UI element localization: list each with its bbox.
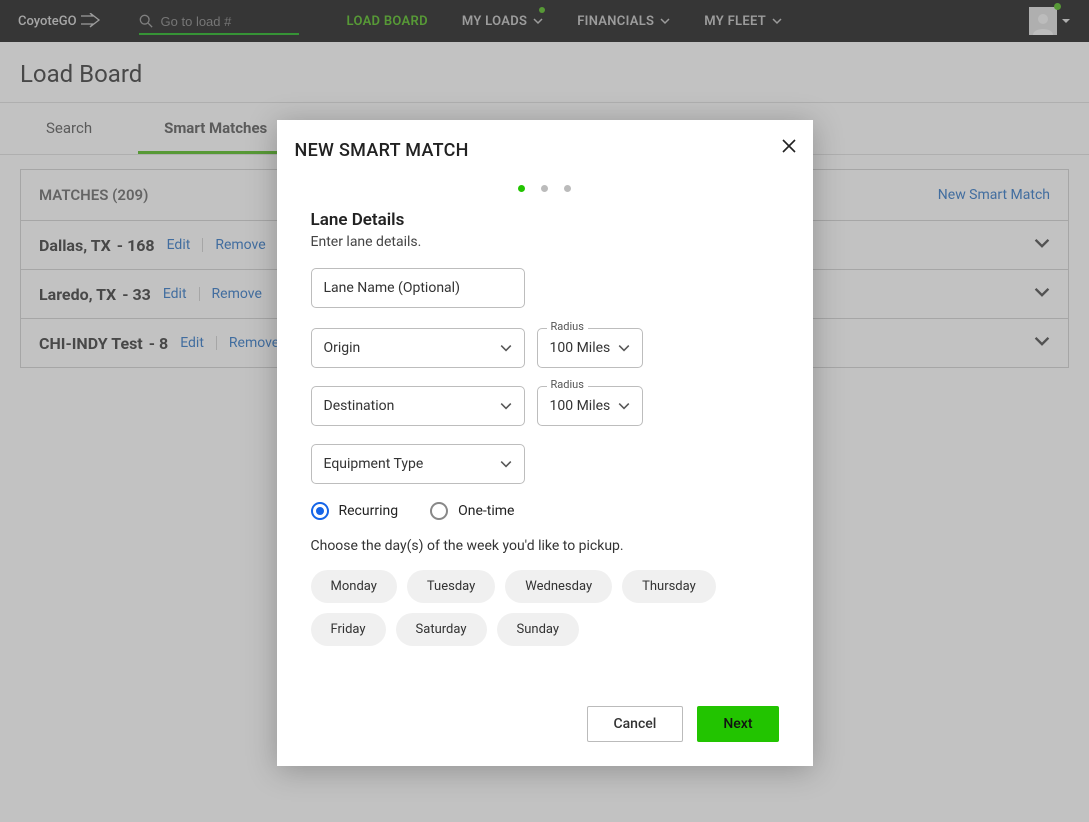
day-monday[interactable]: Monday <box>311 570 397 603</box>
equipment-placeholder: Equipment Type <box>324 456 424 472</box>
radius-label: Radius <box>547 378 588 391</box>
radio-recurring-label: Recurring <box>339 503 399 519</box>
radius-label: Radius <box>547 320 588 333</box>
frequency-radio-group: Recurring One-time <box>311 502 779 520</box>
modal-overlay: NEW SMART MATCH Lane Details Enter lane … <box>0 0 1089 822</box>
stepper <box>295 185 795 192</box>
close-icon <box>781 138 797 154</box>
chevron-down-icon <box>618 400 630 412</box>
day-thursday[interactable]: Thursday <box>622 570 716 603</box>
destination-placeholder: Destination <box>324 398 395 414</box>
step-dot-3 <box>564 185 571 192</box>
cancel-button[interactable]: Cancel <box>587 706 684 742</box>
radio-icon <box>430 502 448 520</box>
equipment-type-select[interactable]: Equipment Type <box>311 444 525 484</box>
radio-one-time-label: One-time <box>458 503 514 519</box>
day-picker-hint: Choose the day(s) of the week you'd like… <box>311 538 779 554</box>
day-tuesday[interactable]: Tuesday <box>407 570 495 603</box>
next-button[interactable]: Next <box>697 706 778 742</box>
day-friday[interactable]: Friday <box>311 613 386 646</box>
chevron-down-icon <box>500 400 512 412</box>
section-title: Lane Details <box>311 210 779 230</box>
origin-radius-value: 100 Miles <box>550 340 611 356</box>
destination-radius-select[interactable]: 100 Miles <box>537 386 643 426</box>
lane-name-placeholder: Lane Name (Optional) <box>324 280 460 296</box>
radio-recurring[interactable]: Recurring <box>311 502 399 520</box>
step-dot-2 <box>541 185 548 192</box>
destination-radius-value: 100 Miles <box>550 398 611 414</box>
day-wednesday[interactable]: Wednesday <box>505 570 612 603</box>
section-subtitle: Enter lane details. <box>311 234 779 250</box>
origin-radius-select[interactable]: 100 Miles <box>537 328 643 368</box>
day-sunday[interactable]: Sunday <box>497 613 580 646</box>
modal-footer: Cancel Next <box>295 676 795 742</box>
radio-one-time[interactable]: One-time <box>430 502 514 520</box>
chevron-down-icon <box>618 342 630 354</box>
modal-title: NEW SMART MATCH <box>295 140 795 161</box>
day-picker: Monday Tuesday Wednesday Thursday Friday… <box>311 570 779 646</box>
radio-icon <box>311 502 329 520</box>
step-dot-1 <box>518 185 525 192</box>
lane-name-input[interactable]: Lane Name (Optional) <box>311 268 525 308</box>
origin-placeholder: Origin <box>324 340 361 356</box>
origin-select[interactable]: Origin <box>311 328 525 368</box>
day-saturday[interactable]: Saturday <box>396 613 487 646</box>
chevron-down-icon <box>500 342 512 354</box>
destination-select[interactable]: Destination <box>311 386 525 426</box>
chevron-down-icon <box>500 458 512 470</box>
new-smart-match-modal: NEW SMART MATCH Lane Details Enter lane … <box>277 120 813 766</box>
close-button[interactable] <box>781 138 797 158</box>
